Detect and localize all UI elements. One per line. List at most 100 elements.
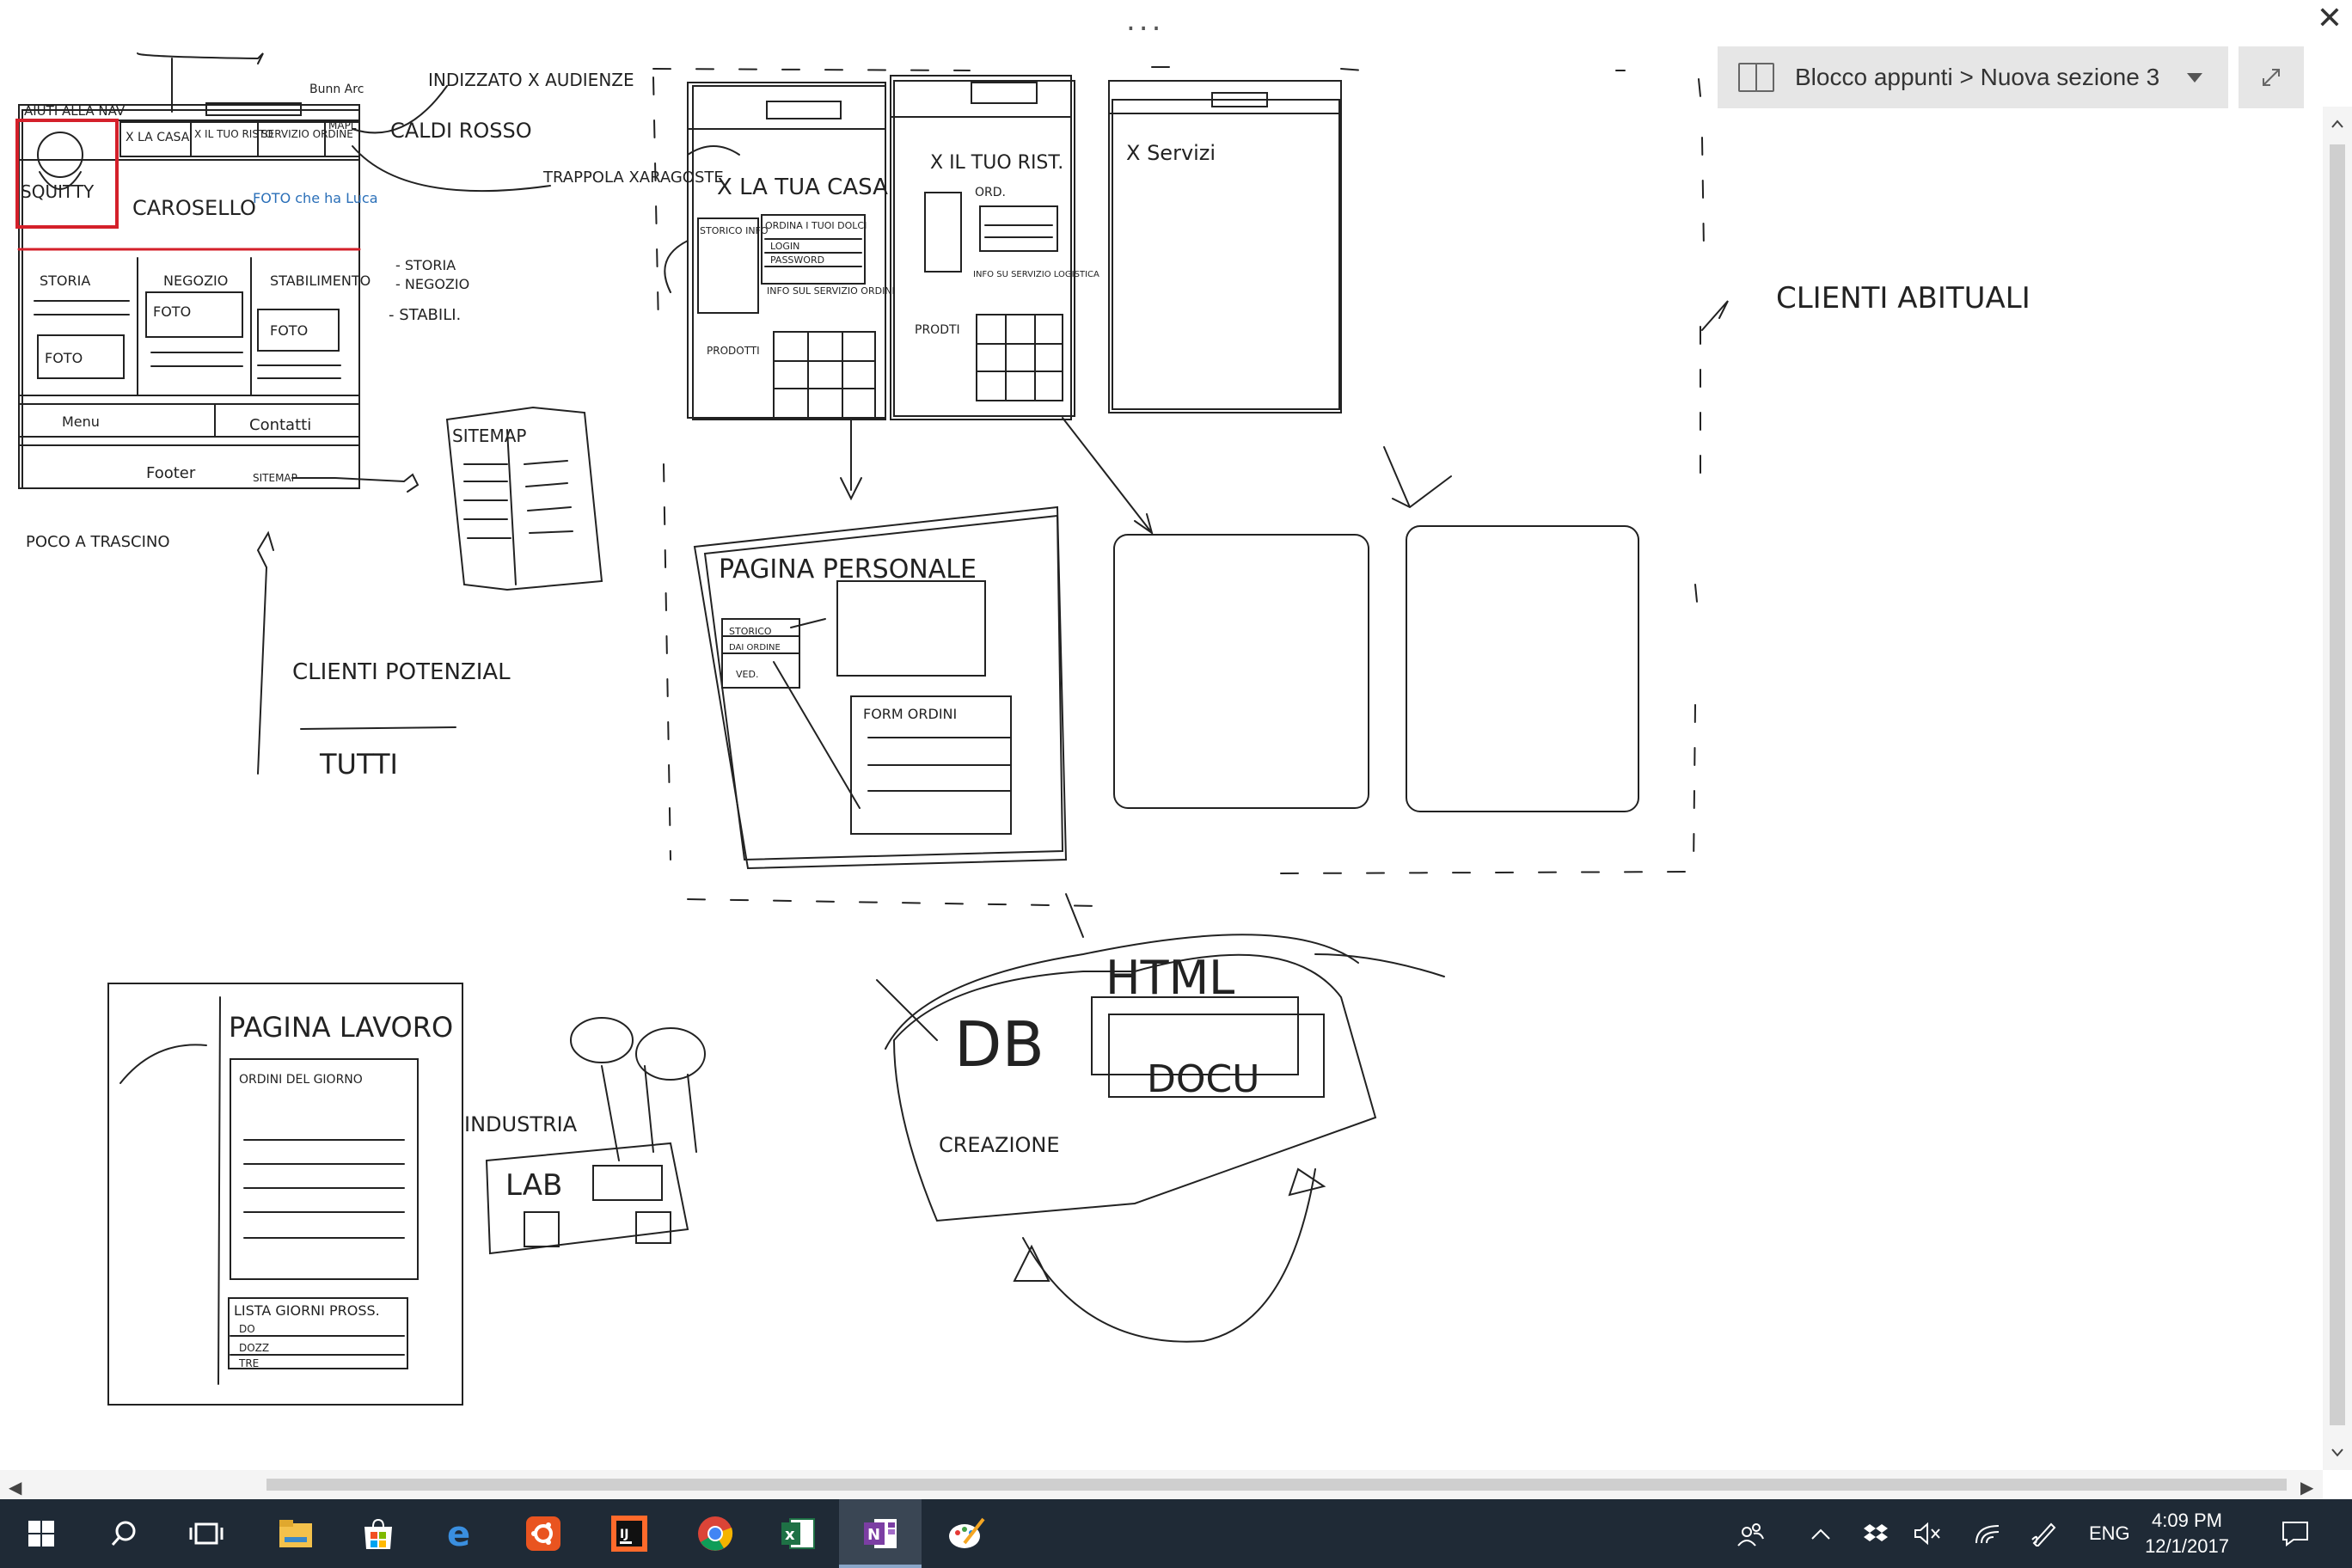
- start-button[interactable]: [0, 1499, 83, 1568]
- scroll-right-icon[interactable]: ▶: [2300, 1477, 2313, 1498]
- action-center-button[interactable]: [2269, 1499, 2321, 1568]
- intellij-button[interactable]: IJ: [588, 1499, 671, 1568]
- svg-text:N: N: [867, 1526, 880, 1544]
- svg-text:TUTTI: TUTTI: [319, 748, 398, 781]
- edge-icon: e: [447, 1516, 470, 1551]
- people-icon: [1737, 1523, 1764, 1547]
- svg-text:PAGINA LAVORO: PAGINA LAVORO: [229, 1011, 453, 1044]
- vertical-scrollbar[interactable]: [2323, 107, 2352, 1470]
- input-language[interactable]: ENG: [2089, 1499, 2130, 1568]
- svg-text:CLIENTI ABITUALI: CLIENTI ABITUALI: [1776, 281, 2030, 315]
- chevron-up-icon: [1811, 1528, 1830, 1540]
- file-explorer-button[interactable]: [254, 1499, 337, 1568]
- onenote-canvas[interactable]: AIUTI ALLA NAV Bunn Arc SQUITTY X LA CAS…: [0, 0, 2352, 1470]
- svg-text:PRODTI: PRODTI: [915, 323, 960, 337]
- svg-text:DO: DO: [239, 1323, 255, 1335]
- paint-button[interactable]: [925, 1499, 1008, 1568]
- store-icon: [364, 1518, 392, 1549]
- onenote-icon: N: [864, 1519, 897, 1548]
- svg-text:INDIZZATO X AUDIENZE: INDIZZATO X AUDIENZE: [428, 70, 634, 90]
- close-icon[interactable]: ✕: [2309, 0, 2350, 38]
- intellij-icon: IJ: [611, 1516, 647, 1552]
- svg-text:e: e: [447, 1516, 470, 1551]
- vertical-scroll-thumb[interactable]: [2330, 144, 2345, 1425]
- svg-text:DAI ORDINE: DAI ORDINE: [729, 643, 781, 652]
- svg-text:DOZZ: DOZZ: [239, 1342, 269, 1354]
- svg-text:LAB: LAB: [505, 1168, 562, 1203]
- wireframe-ristorante: [890, 75, 1075, 420]
- excel-button[interactable]: x: [756, 1499, 839, 1568]
- wifi-tray[interactable]: [1969, 1499, 2006, 1568]
- wireframe-servizi: [1108, 80, 1342, 413]
- horizontal-scroll-thumb[interactable]: [266, 1479, 2287, 1491]
- tray-chevron[interactable]: [1802, 1499, 1840, 1568]
- svg-text:ORDINI DEL GIORNO: ORDINI DEL GIORNO: [239, 1073, 363, 1087]
- wifi-icon: [1975, 1525, 2000, 1544]
- ubuntu-button[interactable]: [502, 1499, 585, 1568]
- notebook-breadcrumb[interactable]: Blocco appunti > Nuova sezione 3: [1718, 46, 2228, 108]
- svg-text:- NEGOZIO: - NEGOZIO: [395, 276, 469, 292]
- svg-text:- STABILI.: - STABILI.: [389, 306, 461, 324]
- svg-text:PRODOTTI: PRODOTTI: [707, 345, 760, 357]
- title-bar-dots[interactable]: ...: [1126, 3, 1164, 38]
- pen-workspace-icon: [2031, 1522, 2056, 1547]
- dropbox-icon: [1864, 1524, 1888, 1541]
- clock[interactable]: 4:09 PM 12/1/2017: [2135, 1508, 2239, 1559]
- volume-tray[interactable]: [1908, 1499, 1946, 1568]
- scroll-left-icon[interactable]: ◀: [9, 1477, 21, 1498]
- svg-text:x: x: [785, 1526, 795, 1544]
- chevron-down-icon[interactable]: [2187, 72, 2202, 83]
- svg-text:- STORIA: - STORIA: [395, 257, 456, 273]
- search-button[interactable]: [83, 1499, 165, 1568]
- expand-icon: [2263, 69, 2280, 86]
- svg-text:SITEMAP: SITEMAP: [452, 426, 526, 446]
- svg-text:DB: DB: [954, 1008, 1044, 1081]
- chrome-icon: [698, 1516, 733, 1551]
- dropbox-tray[interactable]: [1857, 1499, 1895, 1568]
- scroll-up-icon[interactable]: [2330, 117, 2345, 132]
- chrome-button[interactable]: [674, 1499, 756, 1568]
- svg-text:Footer: Footer: [146, 464, 196, 482]
- svg-text:VED.: VED.: [736, 669, 758, 680]
- task-view-icon: [189, 1522, 224, 1545]
- svg-text:MAPL: MAPL: [328, 119, 357, 132]
- svg-text:STORIA: STORIA: [40, 273, 90, 289]
- svg-text:X LA CASA: X LA CASA: [126, 131, 190, 144]
- expand-button[interactable]: [2239, 46, 2304, 108]
- svg-text:ORDINA I TUOI DOLCI: ORDINA I TUOI DOLCI: [765, 220, 867, 231]
- svg-text:FORM ORDINI: FORM ORDINI: [863, 706, 957, 722]
- svg-text:Menu: Menu: [62, 413, 100, 430]
- notification-icon: [2282, 1522, 2308, 1547]
- svg-text:X Servizi: X Servizi: [1126, 141, 1216, 165]
- clock-time: 4:09 PM: [2152, 1510, 2222, 1531]
- svg-text:POCO A TRASCINO: POCO A TRASCINO: [26, 533, 170, 551]
- volume-muted-icon: [1914, 1522, 1940, 1546]
- svg-text:FOTO che ha Luca: FOTO che ha Luca: [253, 190, 378, 206]
- pen-tray[interactable]: [2025, 1499, 2063, 1568]
- scroll-down-icon[interactable]: [2330, 1444, 2345, 1460]
- svg-text:CREAZIONE: CREAZIONE: [939, 1133, 1060, 1157]
- file-explorer-icon: [279, 1520, 312, 1547]
- onenote-button[interactable]: N: [839, 1499, 922, 1568]
- svg-text:Contatti: Contatti: [249, 416, 311, 434]
- svg-text:ORD.: ORD.: [975, 186, 1006, 199]
- notebook-path: Blocco appunti > Nuova sezione 3: [1795, 64, 2160, 90]
- edge-button[interactable]: e: [420, 1499, 502, 1568]
- search-icon: [111, 1521, 136, 1546]
- svg-text:FOTO: FOTO: [270, 322, 308, 339]
- svg-text:SITEMAP: SITEMAP: [253, 472, 297, 484]
- task-view-button[interactable]: [165, 1499, 248, 1568]
- svg-text:Bunn Arc: Bunn Arc: [309, 83, 364, 96]
- people-button[interactable]: [1728, 1499, 1773, 1568]
- svg-text:LOGIN: LOGIN: [770, 241, 799, 252]
- svg-text:TRE: TRE: [238, 1357, 259, 1369]
- svg-text:PASSWORD: PASSWORD: [770, 254, 824, 266]
- svg-text:X IL TUO RIST.: X IL TUO RIST.: [930, 152, 1063, 174]
- svg-text:DOCU: DOCU: [1147, 1057, 1259, 1101]
- horizontal-scrollbar[interactable]: ◀ ▶: [0, 1470, 2323, 1499]
- svg-text:INFO SUL SERVIZIO ORDINI: INFO SUL SERVIZIO ORDINI: [767, 285, 895, 297]
- svg-text:SQUITTY: SQUITTY: [21, 181, 95, 202]
- svg-text:INDUSTRIA: INDUSTRIA: [464, 1112, 578, 1136]
- svg-text:STABILIMENTO: STABILIMENTO: [270, 273, 371, 289]
- store-button[interactable]: [337, 1499, 420, 1568]
